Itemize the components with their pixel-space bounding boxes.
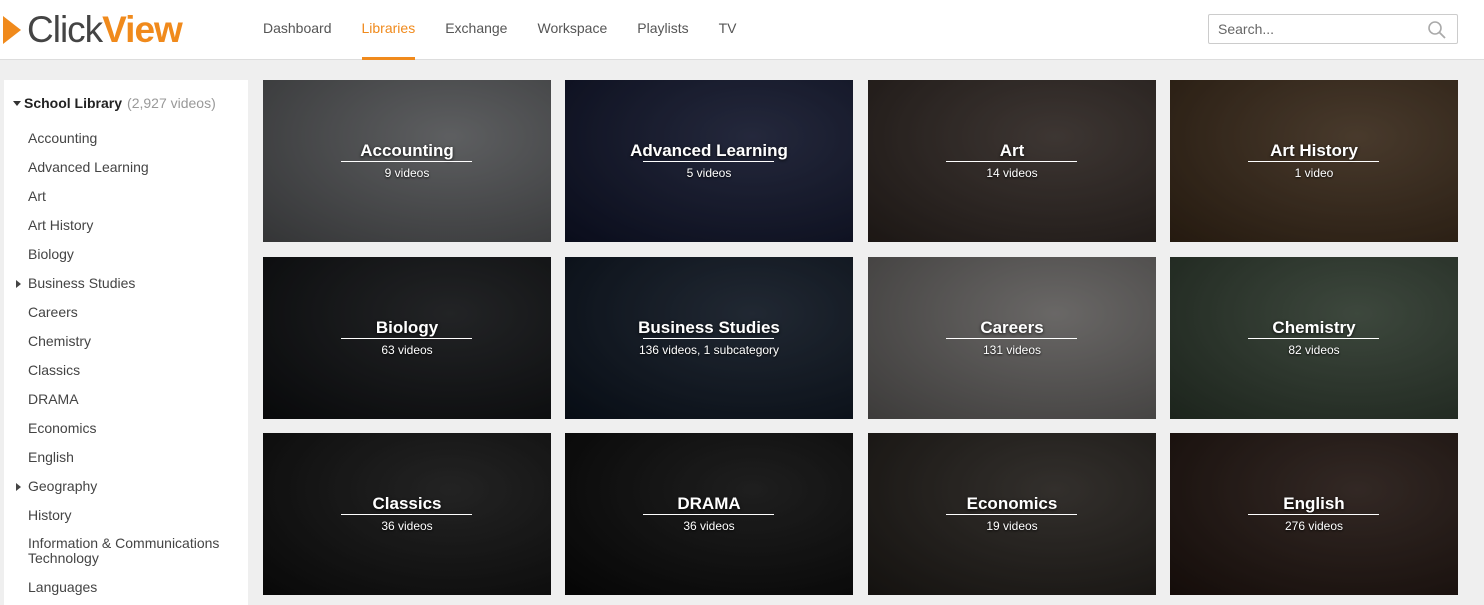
tile-divider [643,338,774,339]
tile-title: Advanced Learning [630,141,788,160]
search-input[interactable] [1209,15,1419,43]
tile-video-count: 63 videos [381,343,433,357]
tile-divider [946,514,1077,515]
caret-right-icon[interactable] [16,483,21,491]
tile-video-count: 9 videos [384,166,430,180]
clickview-logo[interactable]: ClickView [3,9,183,50]
tile-title: DRAMA [677,494,741,513]
category-tile[interactable]: Economics 19 videos [868,433,1156,595]
tile-title: Accounting [360,141,454,160]
main-nav: Dashboard Libraries Exchange Workspace Playl… [248,0,752,60]
tile-video-count: 1 video [1294,166,1334,180]
category-tile[interactable]: Classics 36 videos [263,433,551,595]
nav-libraries[interactable]: Libraries [347,0,431,60]
logo-wordmark: ClickView [27,9,183,50]
tile-divider [341,514,472,515]
top-navigation-bar: ClickView Dashboard Libraries Exchange Work… [0,0,1484,60]
caret-right-icon[interactable] [16,280,21,288]
sidebar-item[interactable]: History [28,508,238,523]
tile-divider [341,161,472,162]
category-tile[interactable]: Chemistry 82 videos [1170,257,1458,419]
tile-title: Economics [966,494,1058,513]
category-tile[interactable]: DRAMA 36 videos [565,433,853,595]
tile-divider [1248,161,1379,162]
play-triangle-icon [3,16,21,44]
tile-title: Business Studies [638,318,780,337]
category-tile[interactable]: Advanced Learning 5 videos [565,80,853,242]
sidebar-item[interactable]: English [28,450,238,465]
tile-video-count: 276 videos [1284,519,1344,533]
category-tile[interactable]: English 276 videos [1170,433,1458,595]
sidebar-item[interactable]: Biology [28,247,238,262]
sidebar-item[interactable]: Art [28,189,238,204]
category-tile[interactable]: Careers 131 videos [868,257,1156,419]
library-header[interactable]: School Library (2,927 videos) [13,95,216,111]
tile-title: English [1283,494,1345,513]
tile-divider [1248,338,1379,339]
tile-video-count: 36 videos [381,519,433,533]
tile-title: Art History [1270,141,1358,160]
sidebar-item[interactable]: Languages [28,580,238,595]
tile-video-count: 19 videos [986,519,1038,533]
search-icon[interactable] [1427,20,1447,40]
sidebar-item[interactable]: Careers [28,305,238,320]
category-tile[interactable]: Art History 1 video [1170,80,1458,242]
nav-exchange[interactable]: Exchange [430,0,522,60]
tile-video-count: 14 videos [986,166,1038,180]
tile-video-count: 5 videos [686,166,732,180]
sidebar-item[interactable]: Advanced Learning [28,160,238,175]
sidebar-item[interactable]: Information & Communications Technology [28,536,238,566]
tile-title: Art [999,141,1025,160]
nav-tv[interactable]: TV [704,0,752,60]
sidebar-item[interactable]: Classics [28,363,238,378]
sidebar-item[interactable]: Economics [28,421,238,436]
tile-divider [946,338,1077,339]
tile-title: Chemistry [1272,318,1356,337]
library-video-count: (2,927 videos) [127,95,216,111]
search-box [1208,14,1458,44]
tile-video-count: 36 videos [683,519,735,533]
nav-dashboard[interactable]: Dashboard [248,0,347,60]
nav-playlists[interactable]: Playlists [622,0,703,60]
library-name: School Library [24,95,123,111]
category-tile[interactable]: Accounting 9 videos [263,80,551,242]
sidebar-item[interactable]: Art History [28,218,238,233]
tile-video-count: 82 videos [1288,343,1340,357]
sidebar-item[interactable]: Business Studies [28,276,238,291]
caret-down-icon [13,100,21,106]
tile-divider [341,338,472,339]
category-tile[interactable]: Business Studies 136 videos, 1 subcategor… [565,257,853,419]
category-tile[interactable]: Biology 63 videos [263,257,551,419]
tile-divider [1248,514,1379,515]
sidebar-item[interactable]: Accounting [28,131,238,146]
sidebar-item[interactable]: Chemistry [28,334,238,349]
tile-divider [643,514,774,515]
tile-video-count: 136 videos, 1 subcategory [638,343,780,357]
tile-title: Careers [980,318,1044,337]
nav-workspace[interactable]: Workspace [522,0,622,60]
tile-title: Biology [375,318,439,337]
library-sidebar: School Library (2,927 videos) Accounting… [4,80,248,605]
tile-title: Classics [372,494,442,513]
sidebar-item[interactable]: DRAMA [28,392,238,407]
sidebar-item[interactable]: Geography [28,479,238,494]
tile-video-count: 131 videos [982,343,1042,357]
tile-divider [946,161,1077,162]
tile-divider [643,161,774,162]
category-tile[interactable]: Art 14 videos [868,80,1156,242]
